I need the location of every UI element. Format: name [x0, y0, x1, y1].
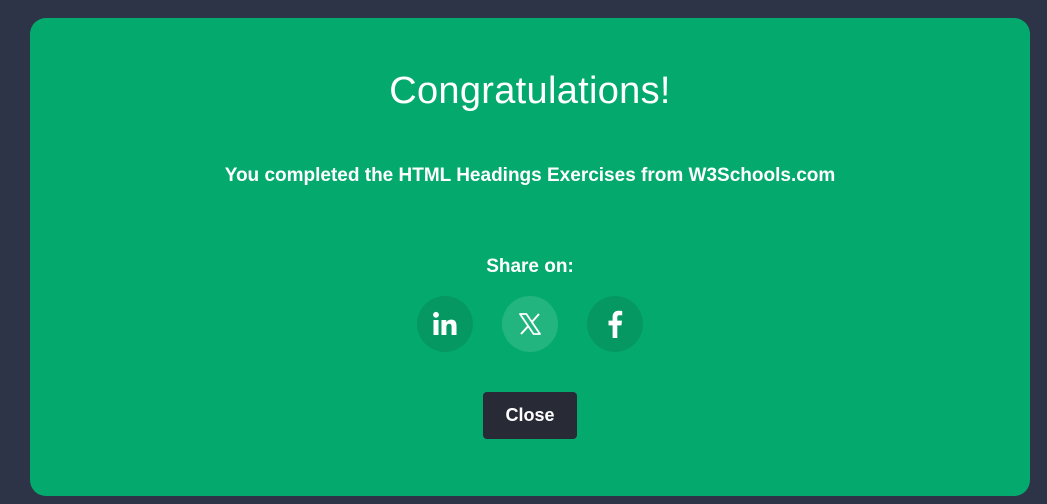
linkedin-icon	[432, 311, 458, 337]
share-x-button[interactable]	[502, 296, 558, 352]
share-buttons	[30, 296, 1030, 352]
facebook-icon	[607, 310, 623, 338]
completion-message: You completed the HTML Headings Exercise…	[224, 165, 836, 186]
share-linkedin-button[interactable]	[417, 296, 473, 352]
modal-title: Congratulations!	[389, 70, 671, 112]
share-facebook-button[interactable]	[587, 296, 643, 352]
close-button[interactable]: Close	[483, 392, 577, 439]
congratulations-modal: Congratulations! You completed the HTML …	[30, 18, 1030, 496]
share-label: Share on:	[486, 256, 574, 277]
x-twitter-icon	[518, 312, 542, 336]
